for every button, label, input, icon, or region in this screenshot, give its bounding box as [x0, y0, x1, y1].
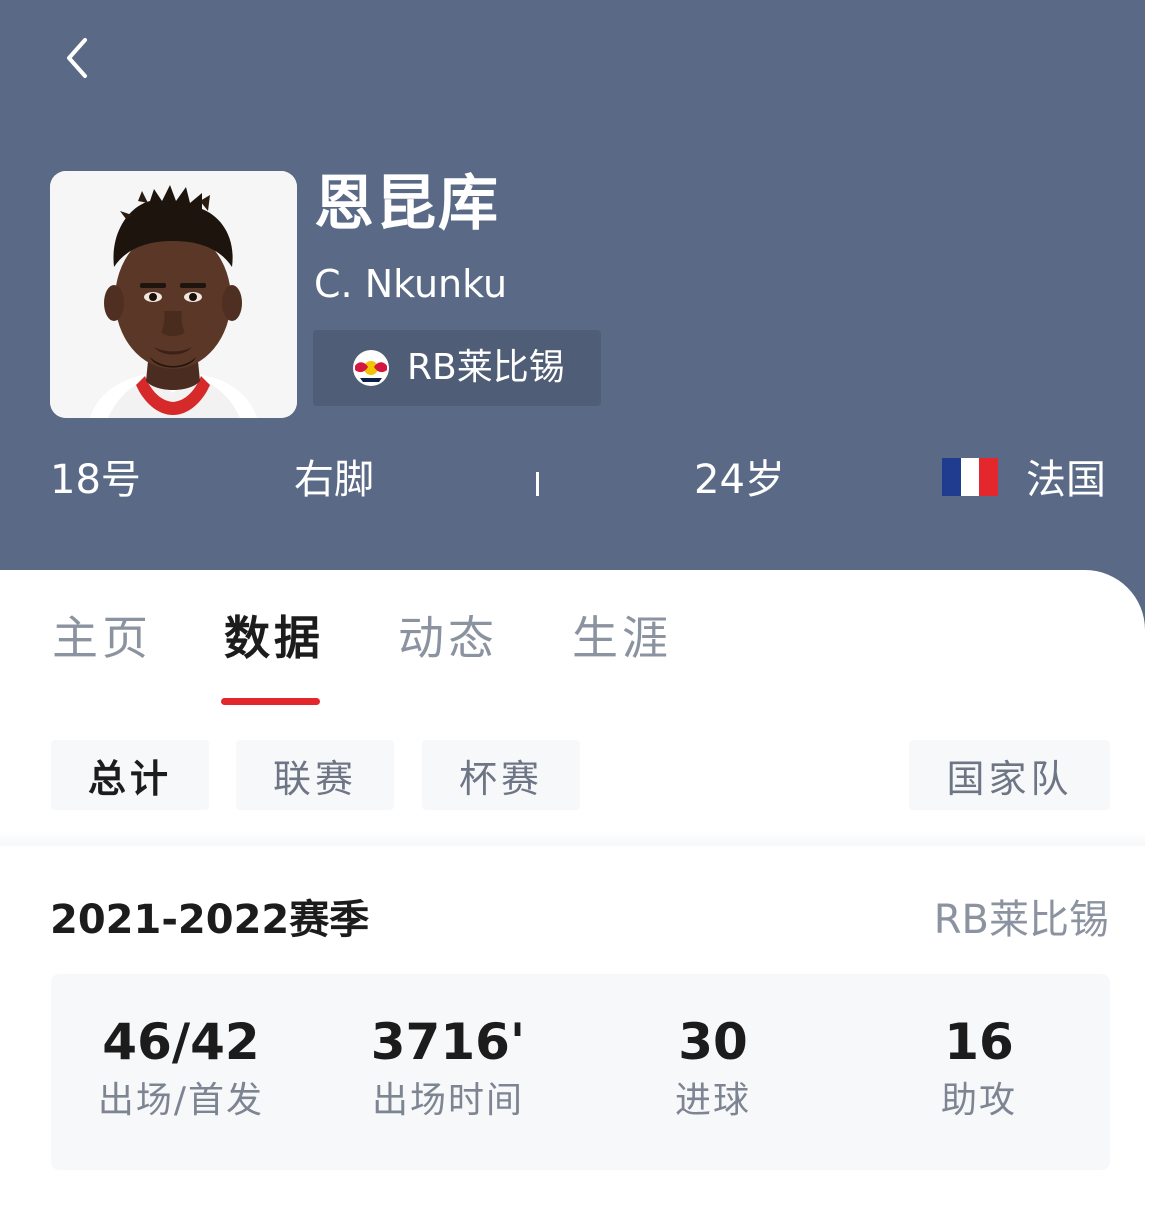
right-edge-strip	[1145, 0, 1160, 1214]
tab-home[interactable]: 主页	[52, 608, 152, 668]
stat-value: 30	[678, 1013, 748, 1071]
rb-leipzig-logo-icon	[353, 350, 389, 386]
tab-data[interactable]: 数据	[224, 608, 324, 668]
filter-total[interactable]: 总计	[51, 740, 209, 810]
stat-value: 46/42	[102, 1013, 260, 1071]
content-panel: 主页 数据 动态 生涯 总计 联赛 杯赛 国家队 2021-2022赛季 RB莱…	[0, 570, 1145, 1214]
stat-label: 助攻	[940, 1080, 1017, 1121]
player-nationality: 法国	[1026, 457, 1106, 503]
player-number: 18号	[50, 457, 141, 503]
team-badge-label: RB莱比锡	[407, 347, 565, 388]
stat-value: 16	[944, 1013, 1014, 1071]
stat-value: 3716'	[370, 1013, 526, 1071]
season-team-link[interactable]: RB莱比锡	[934, 892, 1109, 948]
tab-news[interactable]: 动态	[398, 608, 498, 668]
stat-assists: 16 助攻	[869, 1010, 1089, 1126]
france-flag-icon	[942, 458, 999, 496]
team-badge[interactable]: RB莱比锡	[313, 330, 601, 406]
chevron-left-icon	[67, 38, 87, 78]
player-name-en: C. Nkunku	[314, 262, 508, 306]
season-label: 2021-2022赛季	[50, 897, 370, 943]
player-name-cn: 恩昆库	[314, 169, 500, 239]
filter-league[interactable]: 联赛	[236, 740, 394, 810]
stat-minutes: 3716' 出场时间	[338, 1010, 558, 1126]
section-separator	[0, 832, 1145, 846]
stat-appearances: 46/42 出场/首发	[71, 1010, 291, 1126]
active-tab-indicator	[221, 698, 320, 705]
stat-label: 出场时间	[371, 1080, 524, 1121]
player-avatar	[50, 171, 297, 418]
player-header: 恩昆库 C. Nkunku RB莱比锡 18号 右脚 24岁 法国	[0, 0, 1160, 640]
back-button[interactable]	[48, 28, 104, 88]
filter-cup[interactable]: 杯赛	[422, 740, 580, 810]
player-foot: 右脚	[294, 457, 374, 503]
info-divider	[536, 472, 539, 496]
stat-label: 出场/首发	[97, 1080, 265, 1121]
player-age: 24岁	[694, 457, 785, 503]
filter-national-team[interactable]: 国家队	[909, 740, 1110, 810]
stat-goals: 30 进球	[603, 1010, 823, 1126]
stats-card: 46/42 出场/首发 3716' 出场时间 30 进球 16 助攻	[51, 974, 1110, 1170]
tab-career[interactable]: 生涯	[572, 608, 672, 668]
stat-label: 进球	[674, 1080, 751, 1121]
player-photo-icon	[50, 171, 297, 418]
player-profile-page: 恩昆库 C. Nkunku RB莱比锡 18号 右脚 24岁 法国 主页 数据 …	[0, 0, 1160, 1214]
